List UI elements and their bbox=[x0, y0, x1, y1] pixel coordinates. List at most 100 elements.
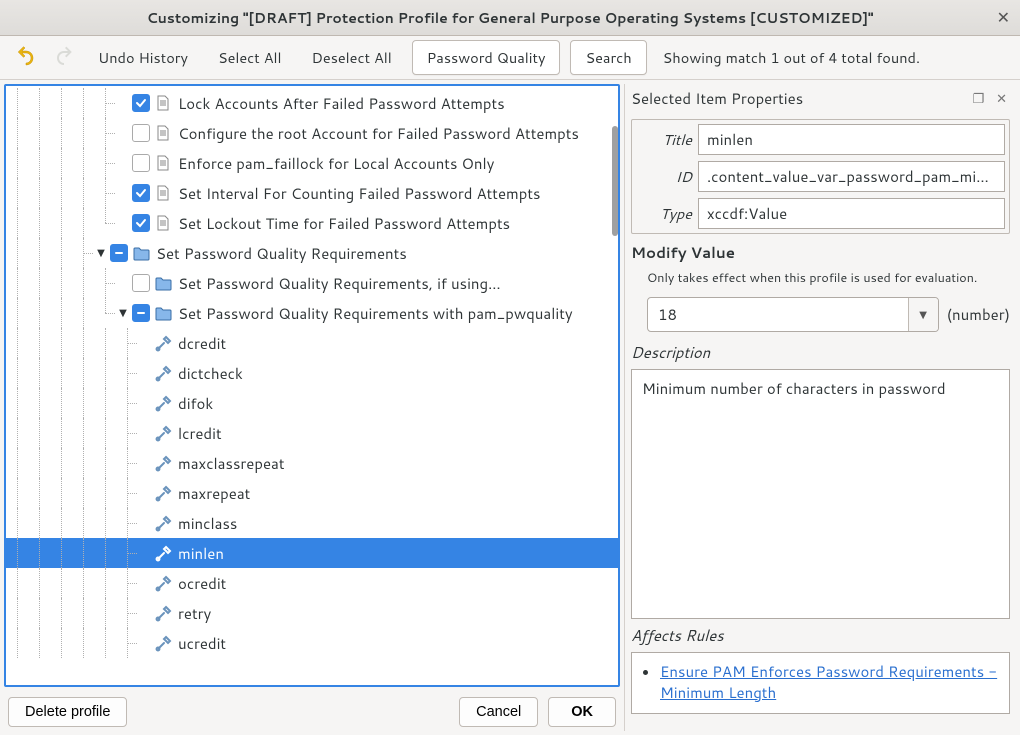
tree-row[interactable]: dcredit bbox=[6, 328, 618, 358]
window-title: Customizing "[DRAFT] Protection Profile … bbox=[147, 8, 874, 28]
affected-rule-item: Ensure PAM Enforces Password Requirement… bbox=[660, 661, 1003, 703]
tree-row[interactable]: retry bbox=[6, 598, 618, 628]
checkbox[interactable] bbox=[132, 214, 150, 232]
chevron-down-icon[interactable]: ▼ bbox=[908, 298, 938, 331]
tree-row[interactable]: Lock Accounts After Failed Password Atte… bbox=[6, 88, 618, 118]
tree-row-label: difok bbox=[178, 393, 213, 414]
tree-row[interactable]: dictcheck bbox=[6, 358, 618, 388]
tree-row[interactable]: Enforce pam_faillock for Local Accounts … bbox=[6, 148, 618, 178]
tree-row-label: Configure the root Account for Failed Pa… bbox=[178, 123, 579, 144]
tool-icon bbox=[154, 634, 172, 652]
tree-row[interactable]: ucredit bbox=[6, 628, 618, 658]
tool-icon bbox=[154, 394, 172, 412]
ok-button[interactable]: OK bbox=[548, 697, 616, 727]
tree-expander-icon[interactable]: ▼ bbox=[94, 246, 108, 260]
tree-row[interactable]: Set Password Quality Requirements, if us… bbox=[6, 268, 618, 298]
tool-icon bbox=[154, 544, 172, 562]
tool-icon bbox=[154, 574, 172, 592]
checkbox[interactable] bbox=[110, 244, 128, 262]
tool-icon bbox=[154, 484, 172, 502]
prop-val-id[interactable]: .content_value_var_password_pam_minlen bbox=[698, 161, 1005, 192]
tree-row-label: maxrepeat bbox=[178, 483, 250, 504]
checkbox[interactable] bbox=[132, 154, 150, 172]
tree-expander-icon[interactable]: ▼ bbox=[116, 306, 130, 320]
checkbox[interactable] bbox=[132, 304, 150, 322]
checkbox[interactable] bbox=[132, 124, 150, 142]
tree-row[interactable]: ▼ Set Password Quality Requirements with … bbox=[6, 298, 618, 328]
prop-val-title[interactable]: minlen bbox=[698, 124, 1005, 155]
doc-icon bbox=[154, 214, 172, 232]
tree-row[interactable]: minclass bbox=[6, 508, 618, 538]
undo-history-button[interactable]: Undo History bbox=[88, 43, 198, 72]
tree-row-label: minclass bbox=[178, 513, 237, 534]
tree-row-label: minlen bbox=[178, 543, 224, 564]
prop-val-type[interactable]: xccdf:Value bbox=[698, 198, 1005, 229]
tree-row-label: Set Password Quality Requirements with p… bbox=[178, 303, 573, 324]
properties-title: Selected Item Properties bbox=[631, 88, 963, 109]
main: Lock Accounts After Failed Password Atte… bbox=[0, 80, 1020, 735]
toolbar: Undo History Select All Deselect All Pas… bbox=[0, 36, 1020, 80]
tree-row-label: Set Password Quality Requirements bbox=[156, 243, 407, 264]
search-input[interactable]: Password Quality bbox=[412, 40, 561, 75]
tree-row-label: Lock Accounts After Failed Password Atte… bbox=[178, 93, 505, 114]
undo-icon[interactable] bbox=[12, 44, 40, 72]
tree-row[interactable]: minlen bbox=[6, 538, 618, 568]
prop-key-title: Title bbox=[636, 129, 692, 150]
match-status: Showing match 1 out of 4 total found. bbox=[663, 47, 920, 68]
left-pane: Lock Accounts After Failed Password Atte… bbox=[4, 84, 620, 731]
tool-icon bbox=[154, 514, 172, 532]
tree-row-label: lcredit bbox=[178, 423, 222, 444]
redo-icon[interactable] bbox=[50, 44, 78, 72]
search-button[interactable]: Search bbox=[570, 40, 646, 75]
prop-key-id: ID bbox=[636, 166, 692, 187]
doc-icon bbox=[154, 154, 172, 172]
properties-header: Selected Item Properties ❐ ✕ bbox=[631, 86, 1010, 113]
doc-icon bbox=[154, 124, 172, 142]
deselect-all-button[interactable]: Deselect All bbox=[302, 43, 402, 72]
value-combobox[interactable]: 18 ▼ bbox=[647, 297, 939, 332]
value-input[interactable]: 18 bbox=[648, 298, 908, 331]
tree-view[interactable]: Lock Accounts After Failed Password Atte… bbox=[4, 84, 620, 687]
description-label: Description bbox=[631, 342, 1010, 363]
cancel-button[interactable]: Cancel bbox=[459, 697, 538, 727]
folder-icon bbox=[132, 244, 150, 262]
checkbox[interactable] bbox=[132, 184, 150, 202]
tree-row[interactable]: Set Interval For Counting Failed Passwor… bbox=[6, 178, 618, 208]
checkbox[interactable] bbox=[132, 94, 150, 112]
affected-rule-link[interactable]: Ensure PAM Enforces Password Requirement… bbox=[660, 661, 997, 703]
tool-icon bbox=[154, 424, 172, 442]
tree-row-label: ocredit bbox=[178, 573, 226, 594]
tree-row[interactable]: ▼ Set Password Quality Requirements bbox=[6, 238, 618, 268]
scrollbar[interactable] bbox=[612, 126, 618, 236]
value-unit: (number) bbox=[947, 304, 1010, 325]
tree-row[interactable]: difok bbox=[6, 388, 618, 418]
tool-icon bbox=[154, 454, 172, 472]
close-panel-icon[interactable]: ✕ bbox=[993, 90, 1010, 108]
tree-row[interactable]: Set Lockout Time for Failed Password Att… bbox=[6, 208, 618, 238]
delete-profile-button[interactable]: Delete profile bbox=[8, 697, 127, 727]
detach-icon[interactable]: ❐ bbox=[969, 90, 987, 108]
tree-row[interactable]: maxclassrepeat bbox=[6, 448, 618, 478]
affects-rules-label: Affects Rules bbox=[631, 625, 1010, 646]
modify-value-label: Modify Value bbox=[631, 242, 1010, 263]
select-all-button[interactable]: Select All bbox=[208, 43, 292, 72]
tree-row-label: Set Password Quality Requirements, if us… bbox=[178, 273, 501, 294]
modify-value-hint: Only takes effect when this profile is u… bbox=[647, 269, 1010, 287]
affects-rules: Ensure PAM Enforces Password Requirement… bbox=[631, 652, 1010, 714]
tree-row[interactable]: Configure the root Account for Failed Pa… bbox=[6, 118, 618, 148]
tree-row-label: Enforce pam_faillock for Local Accounts … bbox=[178, 153, 494, 174]
close-icon[interactable]: ✕ bbox=[997, 6, 1010, 29]
doc-icon bbox=[154, 184, 172, 202]
tree-row-label: Set Interval For Counting Failed Passwor… bbox=[178, 183, 540, 204]
titlebar: Customizing "[DRAFT] Protection Profile … bbox=[0, 0, 1020, 36]
tree-row-label: maxclassrepeat bbox=[178, 453, 285, 474]
folder-icon bbox=[154, 274, 172, 292]
tree-row-label: ucredit bbox=[178, 633, 226, 654]
tree-row[interactable]: lcredit bbox=[6, 418, 618, 448]
tree-row-label: retry bbox=[178, 603, 211, 624]
tree-row[interactable]: maxrepeat bbox=[6, 478, 618, 508]
tool-icon bbox=[154, 334, 172, 352]
folder-icon bbox=[154, 304, 172, 322]
tree-row[interactable]: ocredit bbox=[6, 568, 618, 598]
checkbox[interactable] bbox=[132, 274, 150, 292]
